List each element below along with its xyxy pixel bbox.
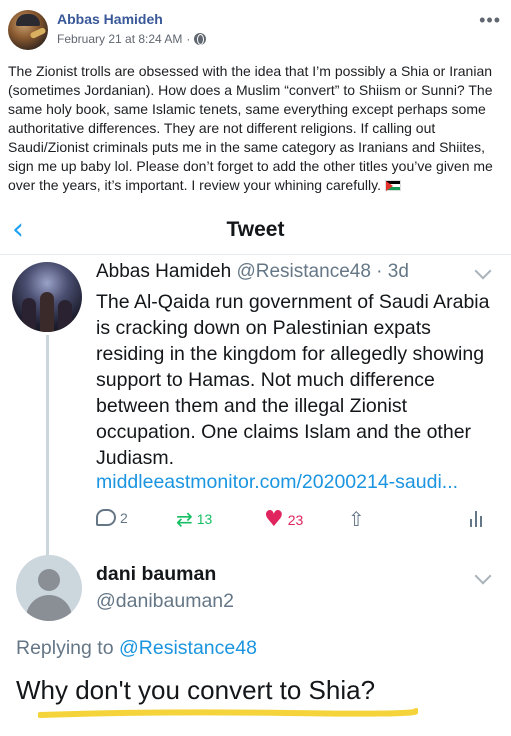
author-avatar[interactable] xyxy=(8,10,48,50)
post-body: The Zionist trolls are obsessed with the… xyxy=(8,63,493,193)
article-link[interactable]: middleeastmonitor.com/20200214-saudi... xyxy=(96,471,458,494)
tweet-topbar: ‹ Tweet xyxy=(0,205,511,255)
like-button[interactable]: ♥ 23 xyxy=(264,509,303,531)
replying-to-mention[interactable]: @Resistance48 xyxy=(119,637,257,659)
original-tweet-author[interactable]: Abbas Hamideh xyxy=(96,261,231,282)
replying-to-label: Replying to xyxy=(16,637,119,659)
replying-to-line: Replying to @Resistance48 xyxy=(16,637,257,660)
analytics-icon xyxy=(470,509,482,527)
tweet-screenshot: ‹ Tweet Abbas Hamideh @Resistance48 · 3d… xyxy=(0,205,511,736)
reply-text: Why don't you convert to Shia? xyxy=(16,675,376,705)
post-header: Abbas Hamideh February 21 at 8:24 AM · •… xyxy=(0,0,511,58)
meta-separator: · xyxy=(186,32,191,46)
original-tweet-header: Abbas Hamideh @Resistance48 · 3d xyxy=(96,261,409,283)
share-button[interactable]: ⇧ xyxy=(348,509,365,529)
analytics-button[interactable] xyxy=(470,509,482,527)
original-tweet-text: The Al-Qaida run government of Saudi Ara… xyxy=(96,291,490,469)
palestine-flag-icon xyxy=(384,180,401,191)
reply-handle[interactable]: @danibauman2 xyxy=(96,590,234,613)
highlight-underline xyxy=(38,708,418,718)
share-icon: ⇧ xyxy=(348,507,365,531)
post-meta: February 21 at 8:24 AM · xyxy=(57,32,207,46)
tweet-actions: 2 ⇄ 13 ♥ 23 ⇧ xyxy=(96,509,496,535)
chevron-down-icon[interactable] xyxy=(474,262,492,280)
reply-count: 2 xyxy=(120,509,128,526)
author-name[interactable]: Abbas Hamideh xyxy=(57,11,163,27)
reply-avatar[interactable] xyxy=(16,555,82,621)
original-tweet-handle[interactable]: @Resistance48 · 3d xyxy=(236,261,408,282)
original-tweet-avatar[interactable] xyxy=(12,262,82,332)
retweet-icon: ⇄ xyxy=(176,507,193,531)
thread-line xyxy=(46,335,49,573)
heart-icon: ♥ xyxy=(264,507,284,532)
globe-icon[interactable] xyxy=(194,33,207,45)
retweet-count: 13 xyxy=(196,511,213,527)
more-options-icon[interactable]: ••• xyxy=(479,10,501,31)
retweet-button[interactable]: ⇄ 13 xyxy=(176,509,212,529)
post-timestamp[interactable]: February 21 at 8:24 AM xyxy=(57,32,182,46)
reply-button[interactable]: 2 xyxy=(96,509,128,526)
like-count: 23 xyxy=(287,512,304,528)
reply-author[interactable]: dani bauman xyxy=(96,563,216,586)
post-text: The Zionist trolls are obsessed with the… xyxy=(8,62,505,195)
chevron-down-icon[interactable] xyxy=(474,567,492,585)
tweet-view-title: Tweet xyxy=(226,218,285,241)
reply-icon xyxy=(96,509,116,526)
